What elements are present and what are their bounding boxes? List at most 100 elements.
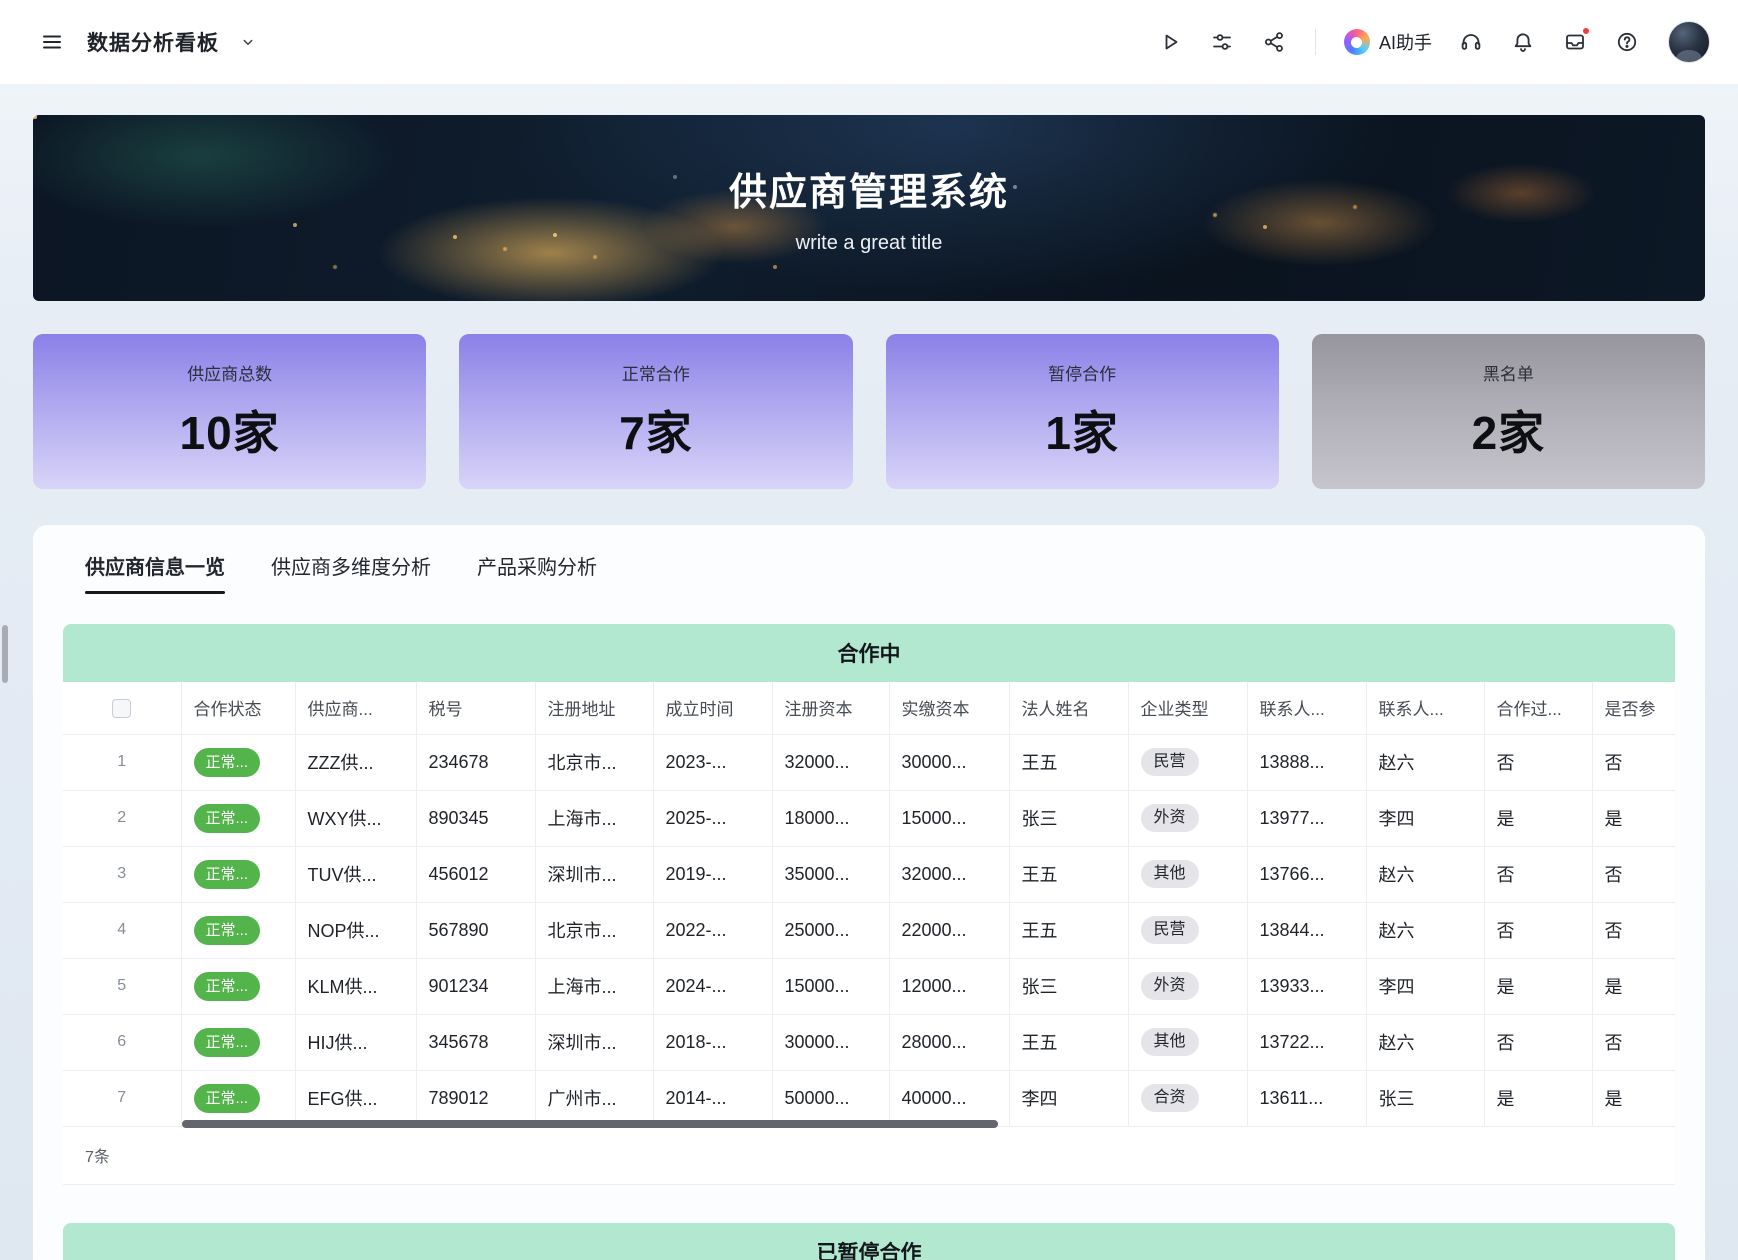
cell-paid-capital: 28000... bbox=[889, 1014, 1009, 1070]
tab-procurement-analysis[interactable]: 产品采购分析 bbox=[477, 551, 597, 594]
status-badge: 正常... bbox=[194, 1084, 261, 1113]
main-panel: 供应商信息一览 供应商多维度分析 产品采购分析 合作中 bbox=[33, 525, 1705, 1260]
cell-tax-id: 345678 bbox=[416, 1014, 535, 1070]
table-row[interactable]: 5正常...KLM供...901234上海市...2024-...15000..… bbox=[63, 958, 1675, 1014]
cell-coop-over: 否 bbox=[1484, 734, 1592, 790]
inbox-icon[interactable] bbox=[1556, 23, 1594, 61]
topbar: 数据分析看板 AI助手 bbox=[0, 0, 1738, 85]
cell-supplier: WXY供... bbox=[295, 790, 416, 846]
cell-contact-phone: 13933... bbox=[1247, 958, 1366, 1014]
table-footer-row: 7条 bbox=[63, 1126, 1675, 1184]
cell-address: 深圳市... bbox=[535, 846, 653, 902]
cell-legal-name: 张三 bbox=[1009, 790, 1128, 846]
column-header[interactable]: 法人姓名 bbox=[1009, 682, 1128, 734]
table-row[interactable]: 3正常...TUV供...456012深圳市...2019-...35000..… bbox=[63, 846, 1675, 902]
cell-tax-id: 901234 bbox=[416, 958, 535, 1014]
cell-contact-name: 赵六 bbox=[1366, 846, 1484, 902]
column-header[interactable]: 供应商... bbox=[295, 682, 416, 734]
headset-icon[interactable] bbox=[1452, 23, 1490, 61]
cell-contact-name: 赵六 bbox=[1366, 734, 1484, 790]
company-type-badge: 民营 bbox=[1141, 748, 1199, 776]
chevron-down-icon[interactable] bbox=[235, 23, 261, 61]
help-icon[interactable] bbox=[1608, 23, 1646, 61]
stat-value: 1家 bbox=[1045, 397, 1119, 463]
cell-company-type: 合资 bbox=[1128, 1070, 1247, 1126]
cell-paid-capital: 22000... bbox=[889, 902, 1009, 958]
cell-participate: 是 bbox=[1592, 1070, 1675, 1126]
cell-reg-capital: 25000... bbox=[772, 902, 889, 958]
stat-card-normal-cooperation[interactable]: 正常合作 7家 bbox=[459, 334, 852, 489]
cell-coop-over: 是 bbox=[1484, 958, 1592, 1014]
cell-paid-capital: 15000... bbox=[889, 790, 1009, 846]
column-header[interactable]: 注册资本 bbox=[772, 682, 889, 734]
table-row[interactable]: 6正常...HIJ供...345678深圳市...2018-...30000..… bbox=[63, 1014, 1675, 1070]
stat-value: 2家 bbox=[1472, 397, 1546, 463]
column-header[interactable]: 是否参 bbox=[1592, 682, 1675, 734]
vertical-scrollbar[interactable] bbox=[2, 625, 8, 683]
column-header[interactable]: 合作状态 bbox=[181, 682, 295, 734]
cell-status: 正常... bbox=[181, 790, 295, 846]
table-row[interactable]: 4正常...NOP供...567890北京市...2022-...25000..… bbox=[63, 902, 1675, 958]
column-header[interactable]: 联系人... bbox=[1366, 682, 1484, 734]
table-row[interactable]: 1正常...ZZZ供...234678北京市...2023-...32000..… bbox=[63, 734, 1675, 790]
cell-status: 正常... bbox=[181, 958, 295, 1014]
table-row[interactable]: 7正常...EFG供...789012广州市...2014-...50000..… bbox=[63, 1070, 1675, 1126]
cell-contact-phone: 13844... bbox=[1247, 902, 1366, 958]
cell-participate: 否 bbox=[1592, 846, 1675, 902]
stat-label: 暂停合作 bbox=[1048, 360, 1116, 385]
horizontal-scrollbar[interactable] bbox=[182, 1120, 998, 1128]
avatar[interactable] bbox=[1668, 21, 1710, 63]
cell-founded: 2024-... bbox=[653, 958, 772, 1014]
column-header[interactable]: 企业类型 bbox=[1128, 682, 1247, 734]
cell-address: 上海市... bbox=[535, 958, 653, 1014]
stat-cards: 供应商总数 10家 正常合作 7家 暂停合作 1家 黑名单 2家 bbox=[33, 334, 1705, 489]
sliders-icon[interactable] bbox=[1203, 23, 1241, 61]
company-type-badge: 民营 bbox=[1141, 916, 1199, 944]
cell-status: 正常... bbox=[181, 902, 295, 958]
divider bbox=[1315, 29, 1316, 55]
column-header[interactable]: 注册地址 bbox=[535, 682, 653, 734]
share-icon[interactable] bbox=[1255, 23, 1293, 61]
topbar-right: AI助手 bbox=[1151, 21, 1710, 63]
table-body: 1正常...ZZZ供...234678北京市...2023-...32000..… bbox=[63, 734, 1675, 1126]
tab-supplier-analysis[interactable]: 供应商多维度分析 bbox=[271, 551, 431, 594]
cell-reg-capital: 30000... bbox=[772, 1014, 889, 1070]
play-icon[interactable] bbox=[1151, 23, 1189, 61]
column-header[interactable]: 税号 bbox=[416, 682, 535, 734]
cell-paid-capital: 40000... bbox=[889, 1070, 1009, 1126]
stat-card-blacklist[interactable]: 黑名单 2家 bbox=[1312, 334, 1705, 489]
column-header[interactable]: 合作过... bbox=[1484, 682, 1592, 734]
row-index: 7 bbox=[63, 1070, 181, 1126]
stat-card-total-suppliers[interactable]: 供应商总数 10家 bbox=[33, 334, 426, 489]
cell-legal-name: 张三 bbox=[1009, 958, 1128, 1014]
cell-contact-name: 李四 bbox=[1366, 958, 1484, 1014]
cell-founded: 2022-... bbox=[653, 902, 772, 958]
menu-icon[interactable] bbox=[33, 23, 71, 61]
column-header[interactable]: 成立时间 bbox=[653, 682, 772, 734]
stat-label: 供应商总数 bbox=[187, 360, 272, 385]
cell-reg-capital: 15000... bbox=[772, 958, 889, 1014]
bell-icon[interactable] bbox=[1504, 23, 1542, 61]
status-badge: 正常... bbox=[194, 916, 261, 945]
topbar-left: 数据分析看板 bbox=[33, 23, 261, 61]
select-all-checkbox[interactable] bbox=[112, 699, 131, 718]
cell-participate: 否 bbox=[1592, 902, 1675, 958]
cell-company-type: 其他 bbox=[1128, 1014, 1247, 1070]
table-row[interactable]: 2正常...WXY供...890345上海市...2025-...18000..… bbox=[63, 790, 1675, 846]
ai-assistant-button[interactable]: AI助手 bbox=[1338, 25, 1438, 59]
tab-supplier-info[interactable]: 供应商信息一览 bbox=[85, 551, 225, 594]
inbox-badge bbox=[1581, 26, 1591, 36]
stat-card-paused-cooperation[interactable]: 暂停合作 1家 bbox=[886, 334, 1279, 489]
stat-label: 正常合作 bbox=[622, 360, 690, 385]
column-header[interactable]: 联系人... bbox=[1247, 682, 1366, 734]
group-header-cooperating: 合作中 bbox=[63, 624, 1675, 682]
cell-supplier: NOP供... bbox=[295, 902, 416, 958]
supplier-table: 合作状态供应商...税号注册地址成立时间注册资本实缴资本法人姓名企业类型联系人.… bbox=[63, 682, 1675, 1185]
cell-founded: 2025-... bbox=[653, 790, 772, 846]
cell-contact-name: 李四 bbox=[1366, 790, 1484, 846]
column-header[interactable]: 实缴资本 bbox=[889, 682, 1009, 734]
cell-address: 北京市... bbox=[535, 734, 653, 790]
cell-status: 正常... bbox=[181, 846, 295, 902]
row-index: 5 bbox=[63, 958, 181, 1014]
select-all-cell bbox=[63, 682, 181, 734]
